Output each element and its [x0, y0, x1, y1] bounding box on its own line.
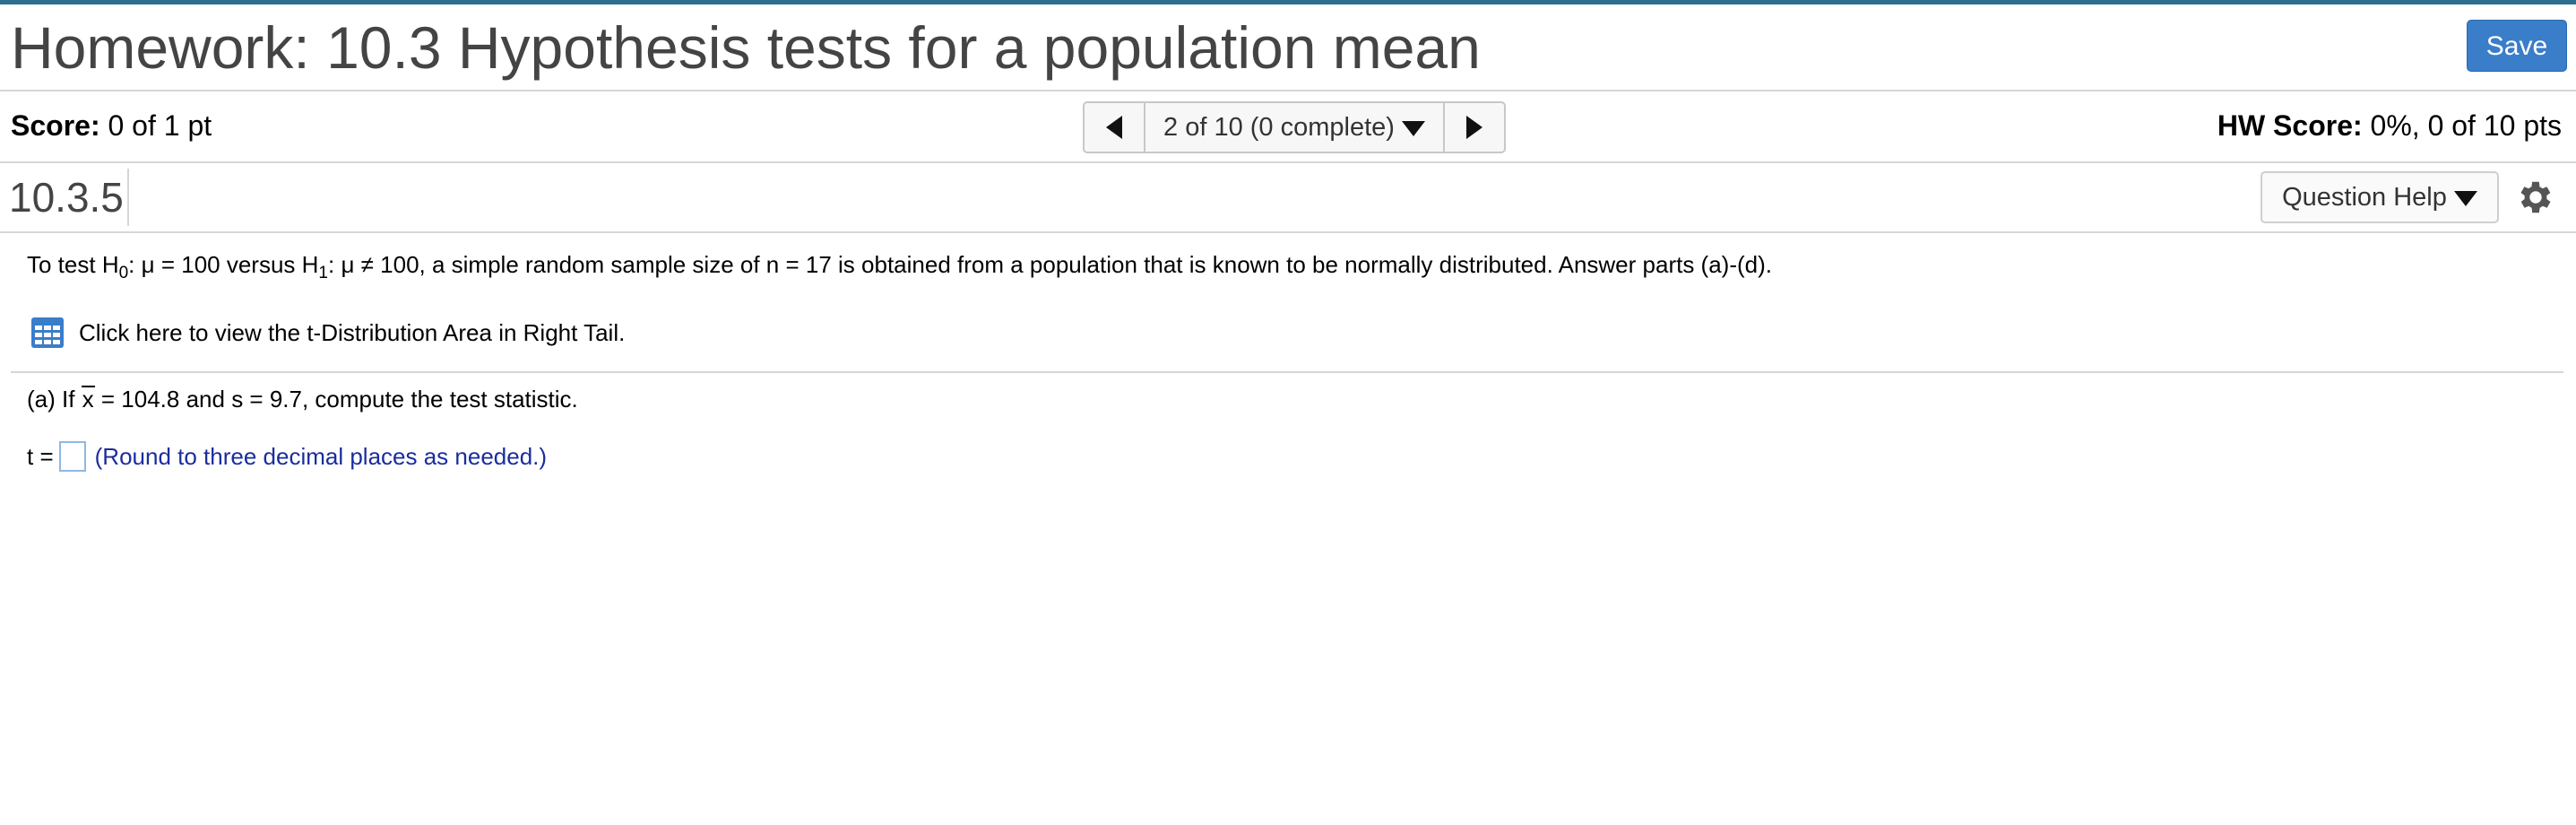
divider — [127, 169, 129, 226]
answer-row: t = (Round to three decimal places as ne… — [27, 441, 547, 472]
question-navigator: 2 of 10 (0 complete) — [1083, 101, 1506, 153]
score-value: 0 of 1 pt — [108, 109, 212, 142]
subscript: 1 — [318, 264, 328, 282]
t-distribution-link-label[interactable]: Click here to view the t-Distribution Ar… — [79, 319, 625, 347]
t-answer-input[interactable] — [58, 441, 86, 472]
title-bar: Homework: 10.3 Hypothesis tests for a po… — [0, 4, 2576, 91]
chevron-down-icon — [2453, 190, 2477, 206]
hw-score-label: HW Score: — [2217, 109, 2363, 142]
arrow-left-icon — [1106, 116, 1122, 139]
part-a-text: (a) If — [27, 386, 82, 412]
problem-statement: To test H0: μ = 100 versus H1: μ ≠ 100, … — [27, 251, 1772, 283]
gear-icon[interactable] — [2515, 177, 2556, 218]
rounding-hint: (Round to three decimal places as needed… — [94, 442, 548, 470]
arrow-right-icon — [1466, 116, 1482, 139]
table-icon — [31, 317, 64, 348]
question-number: 10.3.5 — [9, 174, 124, 221]
question-bar: 10.3.5 Question Help — [0, 163, 2576, 233]
t-distribution-link[interactable]: Click here to view the t-Distribution Ar… — [30, 317, 625, 349]
chevron-down-icon — [1401, 120, 1425, 136]
answer-label: t = — [27, 442, 54, 470]
previous-question-button[interactable] — [1085, 103, 1145, 152]
question-select-dropdown[interactable]: 2 of 10 (0 complete) — [1145, 103, 1443, 152]
score-label: Score: — [11, 109, 100, 142]
hw-score-value: 0%, 0 of 10 pts — [2370, 109, 2562, 142]
problem-text: : μ ≠ 100, a simple random sample size o… — [328, 251, 1772, 278]
hw-score: HW Score: 0%, 0 of 10 pts — [2217, 109, 2562, 143]
problem-text: To test H — [27, 251, 119, 278]
save-button[interactable]: Save — [2467, 20, 2567, 72]
score-bar: Score: 0 of 1 pt 2 of 10 (0 complete) HW… — [0, 91, 2576, 163]
subscript: 0 — [118, 264, 129, 282]
question-help-label: Question Help — [2282, 183, 2447, 212]
page-title: Homework: 10.3 Hypothesis tests for a po… — [11, 14, 1481, 81]
question-position-label: 2 of 10 (0 complete) — [1163, 113, 1395, 142]
x-bar-symbol: x — [81, 386, 95, 412]
next-question-button[interactable] — [1443, 103, 1504, 152]
problem-text: : μ = 100 versus H — [128, 251, 319, 278]
section-divider — [11, 371, 2563, 373]
question-help-button[interactable]: Question Help — [2260, 171, 2499, 223]
part-a-text: = 104.8 and s = 9.7, compute the test st… — [94, 386, 578, 412]
score: Score: 0 of 1 pt — [11, 109, 212, 143]
part-a-prompt: (a) If x = 104.8 and s = 9.7, compute th… — [27, 386, 578, 413]
